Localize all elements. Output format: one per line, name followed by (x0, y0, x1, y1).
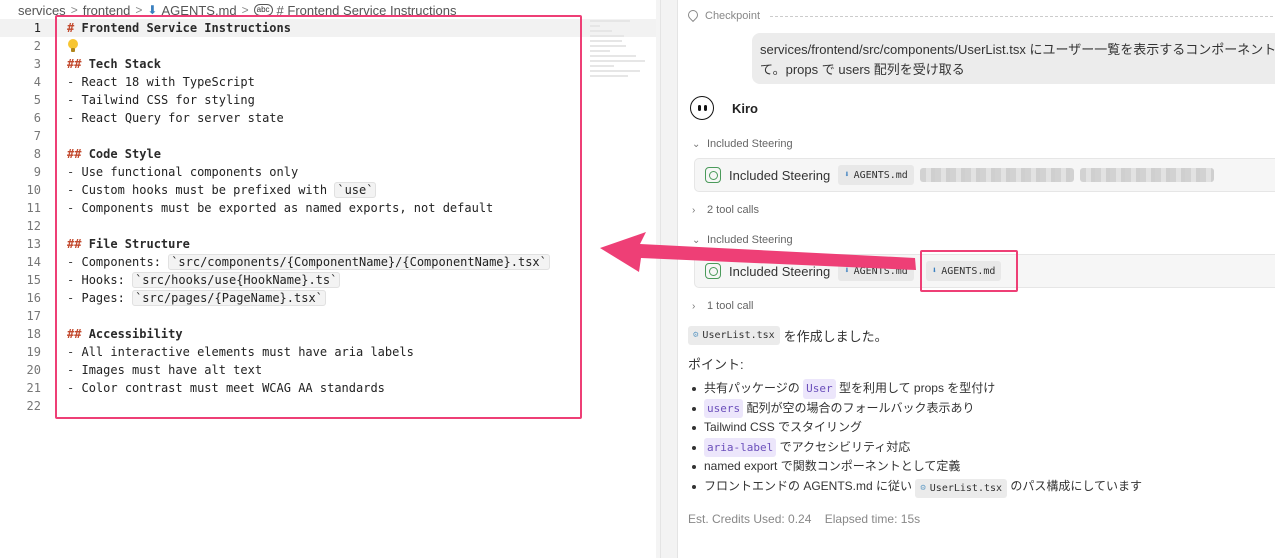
pane-divider[interactable] (660, 0, 678, 558)
point-item: named export で関数コンポーネントとして定義 (688, 457, 1275, 477)
checkpoint-label: Checkpoint (705, 10, 761, 22)
inline-code: aria-label (704, 437, 777, 457)
line-number: 11 (26, 201, 41, 215)
markdown-file-icon: ⬇ (844, 170, 850, 180)
line-number: 3 (33, 57, 41, 71)
editor-highlight-box (55, 15, 582, 419)
created-file-row: ⚙ UserList.tsx を作成しました。 (688, 325, 1275, 345)
location-pin-icon (688, 10, 698, 22)
steering-wheel-icon (705, 263, 721, 279)
credits-used: Est. Credits Used: 0.24 (688, 512, 812, 526)
chevron-down-icon: ⌄ (692, 234, 701, 246)
point-item: aria-label でアクセシビリティ対応 (688, 437, 1275, 457)
line-number: 9 (33, 165, 41, 179)
chevron-right-icon: › (692, 300, 696, 312)
chevron-right-icon: › (692, 204, 696, 216)
steering-card-title: Included Steering (729, 167, 831, 183)
line-number: 21 (26, 381, 41, 395)
created-text: を作成しました。 (783, 328, 888, 344)
line-number: 10 (26, 183, 41, 197)
line-number: 12 (26, 219, 41, 233)
user-message-text: services/frontend/src/components/UserLis… (760, 42, 1275, 77)
line-number: 2 (33, 39, 41, 53)
line-number: 20 (26, 363, 41, 377)
gear-file-icon: ⚙ (920, 482, 926, 493)
point-item: users 配列が空の場合のフォールバック表示あり (688, 398, 1275, 418)
line-number: 22 (26, 399, 41, 413)
editor-pane: services > frontend > ⬇ AGENTS.md > abc … (0, 0, 660, 558)
line-number: 1 (33, 21, 41, 35)
line-number: 16 (26, 291, 41, 305)
chat-pane: Checkpoint services/frontend/src/compone… (678, 0, 1275, 558)
chip-highlight-box (920, 250, 1018, 292)
line-number: 19 (26, 345, 41, 359)
agent-header: Kiro (690, 96, 758, 120)
usage-footer: Est. Credits Used: 0.24 Elapsed time: 15… (688, 512, 920, 526)
line-number: 8 (33, 147, 41, 161)
steering-card-title: Included Steering (729, 263, 831, 279)
gear-file-icon: ⚙ (693, 330, 699, 340)
points-list: 共有パッケージの User 型を利用して props を型付け users 配列が… (688, 379, 1275, 498)
line-number: 4 (33, 75, 41, 89)
file-chip[interactable]: ⚙ UserList.tsx (688, 325, 780, 345)
steering-toggle-2[interactable]: ⌄ Included Steering (692, 234, 793, 246)
kiro-logo-icon (690, 96, 718, 120)
minimap[interactable] (590, 20, 652, 90)
line-number: 7 (33, 129, 41, 143)
point-item: Tailwind CSS でスタイリング (688, 418, 1275, 438)
line-number: 6 (33, 111, 41, 125)
steering-file-chip[interactable]: ⬇ AGENTS.md (838, 165, 914, 185)
chevron-down-icon: ⌄ (692, 138, 701, 150)
tool-calls-label: 1 tool call (707, 300, 754, 312)
line-number: 14 (26, 255, 41, 269)
steering-file-chip[interactable]: ⬇ AGENTS.md (838, 261, 914, 281)
steering-card-1: Included Steering ⬇ AGENTS.md (694, 158, 1275, 192)
point-item: 共有パッケージの User 型を利用して props を型付け (688, 379, 1275, 399)
line-number: 17 (26, 309, 41, 323)
line-number: 5 (33, 93, 41, 107)
tool-calls-toggle-2[interactable]: › 1 tool call (692, 300, 753, 312)
checkpoint-divider (770, 15, 1275, 17)
checkpoint-row[interactable]: Checkpoint (688, 8, 1275, 24)
steering-label: Included Steering (707, 234, 793, 246)
agent-response: ⚙ UserList.tsx を作成しました。 ポイント: 共有パッケージの Us… (688, 325, 1275, 498)
markdown-file-icon: ⬇ (844, 266, 850, 276)
tool-calls-label: 2 tool calls (707, 204, 759, 216)
inline-code: users (704, 398, 744, 418)
line-number: 18 (26, 327, 41, 341)
file-chip[interactable]: ⚙ UserList.tsx (915, 478, 1008, 498)
inline-code: User (803, 379, 836, 399)
elapsed-time: Elapsed time: 15s (824, 512, 921, 526)
points-heading: ポイント: (688, 356, 744, 372)
tool-calls-toggle-1[interactable]: › 2 tool calls (692, 204, 759, 216)
line-number: 15 (26, 273, 41, 287)
agent-name: Kiro (732, 100, 758, 116)
steering-label: Included Steering (707, 138, 793, 150)
line-number: 13 (26, 237, 41, 251)
redacted-chip (1079, 168, 1214, 182)
steering-toggle-1[interactable]: ⌄ Included Steering (692, 138, 793, 150)
user-message: services/frontend/src/components/UserLis… (752, 33, 1275, 84)
steering-wheel-icon (705, 167, 721, 183)
redacted-chip (919, 168, 1074, 182)
point-item: フロントエンドの AGENTS.md に従い ⚙ UserList.tsx のパス… (688, 477, 1275, 498)
